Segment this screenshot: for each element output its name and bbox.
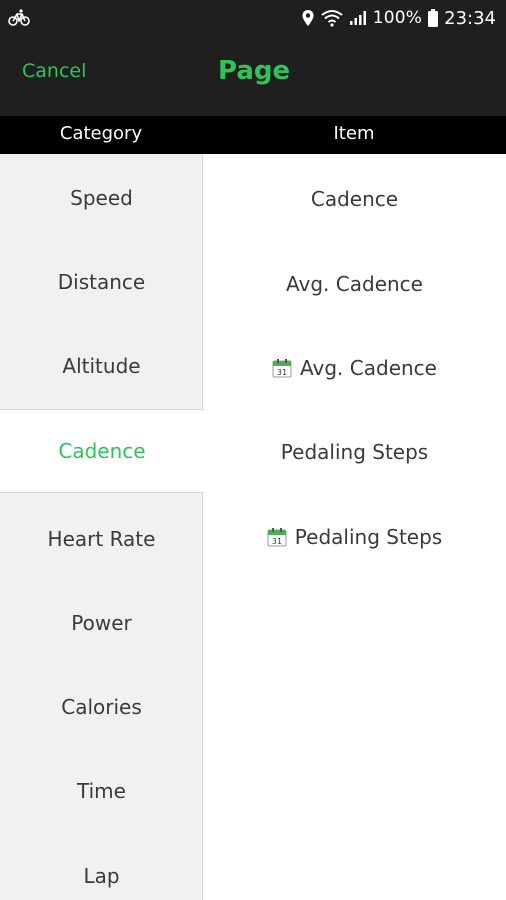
- status-bar: 100% 23:34: [0, 0, 506, 36]
- cancel-button[interactable]: Cancel: [22, 60, 86, 82]
- item-avg-cadence[interactable]: Avg. Cadence: [203, 242, 506, 326]
- item-label: Avg. Cadence: [300, 356, 437, 380]
- app-bar: Cancel Page: [0, 36, 506, 116]
- item-label: Cadence: [310, 187, 399, 211]
- bicycle-icon: [8, 9, 30, 26]
- category-power[interactable]: Power: [0, 581, 203, 665]
- status-indicators: 100% 23:34: [301, 6, 496, 30]
- category-calories[interactable]: Calories: [0, 665, 203, 749]
- category-distance[interactable]: Distance: [0, 240, 203, 324]
- category-cadence[interactable]: Cadence: [0, 409, 204, 493]
- calendar-icon-day: 31: [272, 537, 282, 546]
- item-label: Pedaling Steps: [294, 525, 443, 549]
- item-cadence[interactable]: Cadence: [203, 157, 506, 241]
- category-lap[interactable]: Lap: [0, 834, 203, 900]
- location-icon: [302, 10, 314, 26]
- wifi-icon: [321, 10, 343, 27]
- page-title: Page: [218, 56, 291, 86]
- item-pedaling-steps[interactable]: Pedaling Steps: [203, 410, 506, 494]
- battery-percentage: 100%: [372, 8, 423, 28]
- category-column-header: Category: [59, 123, 143, 144]
- category-altitude[interactable]: Altitude: [0, 324, 203, 408]
- battery-icon: [428, 9, 439, 27]
- category-speed[interactable]: Speed: [0, 156, 203, 240]
- category-list[interactable]: Speed Distance Altitude Cadence Heart Ra…: [0, 154, 204, 900]
- column-header-row: Category Item: [0, 116, 506, 154]
- item-label: Pedaling Steps: [280, 440, 429, 464]
- item-list[interactable]: Cadence Avg. Cadence 31 Avg. Cadence Ped…: [203, 154, 506, 900]
- category-time[interactable]: Time: [0, 749, 203, 833]
- item-avg-cadence-calendar[interactable]: 31 Avg. Cadence: [203, 326, 506, 410]
- clock: 23:34: [444, 7, 496, 29]
- category-heart-rate[interactable]: Heart Rate: [0, 497, 203, 581]
- calendar-icon: 31: [272, 359, 292, 378]
- calendar-icon-day: 31: [277, 368, 287, 377]
- item-pedaling-steps-calendar[interactable]: 31 Pedaling Steps: [203, 495, 506, 579]
- item-label: Avg. Cadence: [286, 272, 423, 296]
- item-column-header: Item: [333, 123, 375, 144]
- calendar-icon: 31: [267, 528, 287, 547]
- signal-icon: [349, 11, 366, 25]
